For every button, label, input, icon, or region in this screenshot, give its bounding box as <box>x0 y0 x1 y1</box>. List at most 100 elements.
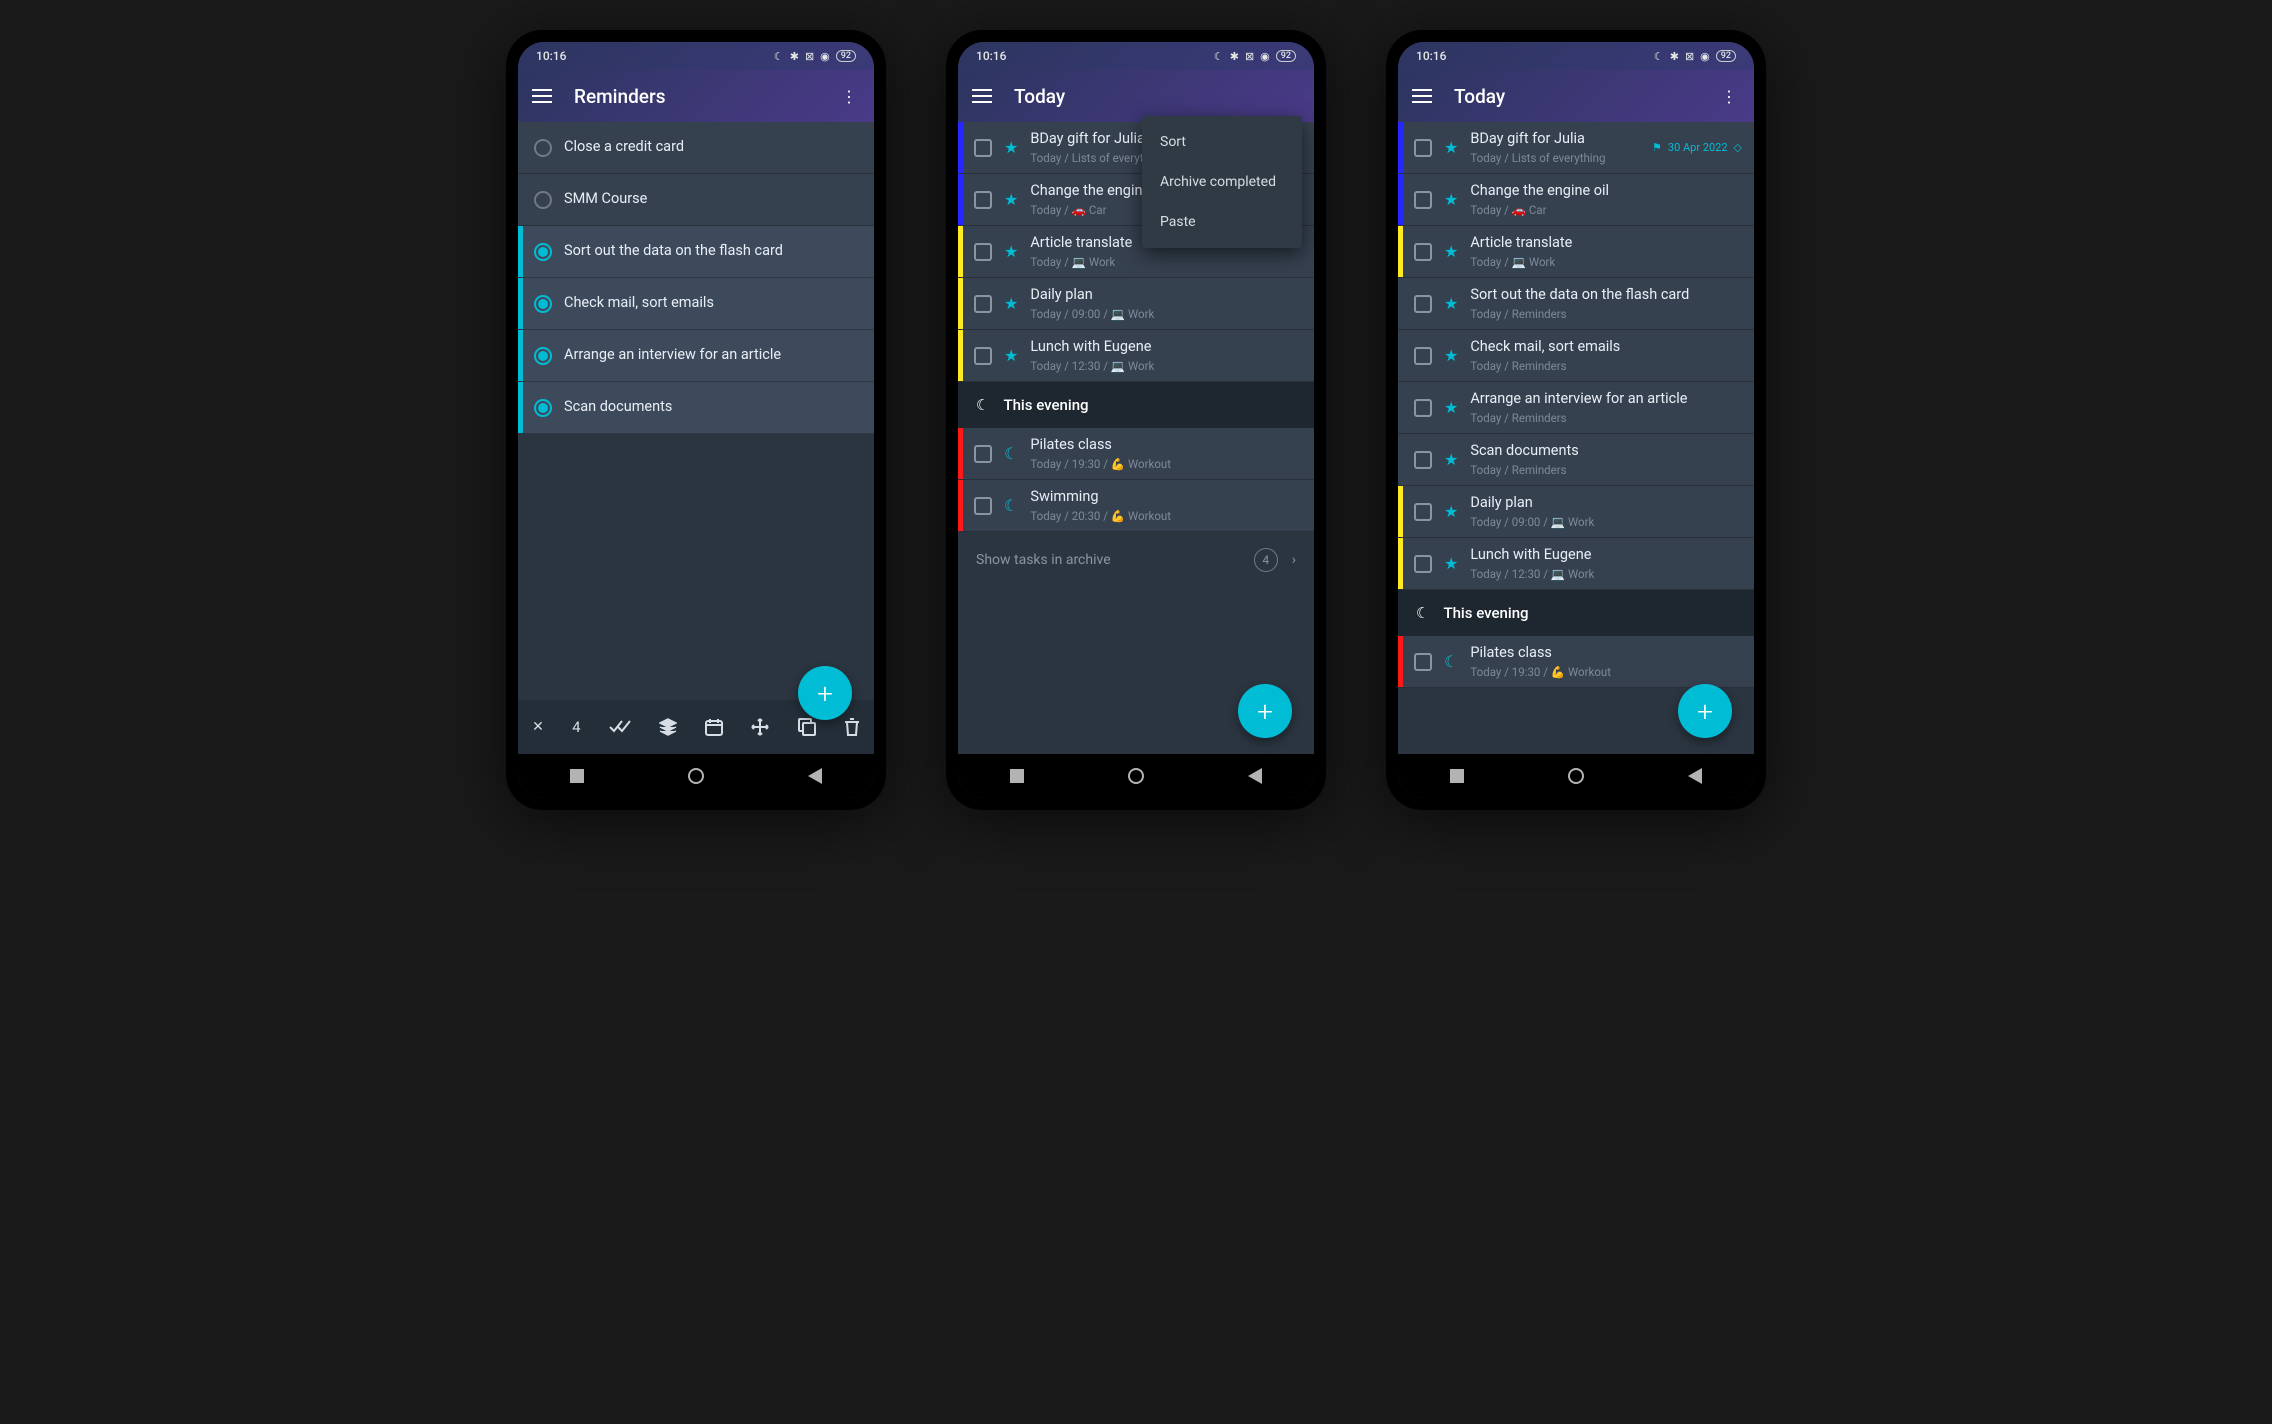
checkbox[interactable] <box>1414 243 1432 261</box>
layers-icon[interactable] <box>659 718 677 736</box>
star-icon: ★ <box>1444 190 1458 209</box>
radio-icon[interactable] <box>534 139 552 157</box>
page-title: Today <box>1014 85 1300 108</box>
checkbox[interactable] <box>1414 653 1432 671</box>
task-row[interactable]: ★ Daily plan Today / 09:00 / 💻 Work <box>958 278 1314 330</box>
archive-row[interactable]: Show tasks in archive 4 › <box>958 532 1314 588</box>
calendar-icon[interactable] <box>705 718 723 736</box>
task-row[interactable]: ★ Sort out the data on the flash card To… <box>1398 278 1754 330</box>
menu-paste[interactable]: Paste <box>1142 202 1302 242</box>
menu-archive-completed[interactable]: Archive completed <box>1142 162 1302 202</box>
task-row[interactable]: ★ Check mail, sort emails Today / Remind… <box>1398 330 1754 382</box>
checkbox[interactable] <box>1414 295 1432 313</box>
task-row[interactable]: Check mail, sort emails <box>518 278 874 330</box>
task-title: Daily plan <box>1470 494 1742 513</box>
task-row[interactable]: Scan documents <box>518 382 874 434</box>
task-list[interactable]: Close a credit card SMM Course Sort out … <box>518 122 874 700</box>
checkbox[interactable] <box>1414 139 1432 157</box>
fab-add-button[interactable]: + <box>1238 684 1292 738</box>
task-sub: Today / 19:30 / 💪 Workout <box>1030 457 1302 471</box>
star-icon: ★ <box>1444 294 1458 313</box>
checkbox[interactable] <box>974 497 992 515</box>
status-icons: ☾ ✱ ⊠ ◉ 92 <box>1214 50 1296 63</box>
task-title: Check mail, sort emails <box>564 294 862 313</box>
radio-selected-icon[interactable] <box>534 347 552 365</box>
task-row[interactable]: ★ Arrange an interview for an article To… <box>1398 382 1754 434</box>
checkbox[interactable] <box>974 191 992 209</box>
radio-selected-icon[interactable] <box>534 243 552 261</box>
star-icon: ★ <box>1444 450 1458 469</box>
hamburger-icon[interactable] <box>532 89 554 103</box>
radio-selected-icon[interactable] <box>534 295 552 313</box>
status-icons: ☾ ✱ ⊠ ◉ 92 <box>1654 50 1736 63</box>
close-icon[interactable]: ✕ <box>532 719 544 735</box>
checkbox[interactable] <box>974 295 992 313</box>
recents-icon[interactable] <box>570 769 584 783</box>
kebab-icon[interactable]: ⋮ <box>838 87 860 106</box>
task-row[interactable]: Close a credit card <box>518 122 874 174</box>
checkall-icon[interactable] <box>609 720 631 734</box>
evening-icon: ☾ <box>1416 604 1429 622</box>
evening-icon: ☾ <box>1004 496 1018 515</box>
task-row[interactable]: ★ Daily plan Today / 09:00 / 💻 Work <box>1398 486 1754 538</box>
checkbox[interactable] <box>974 139 992 157</box>
evening-icon: ☾ <box>1004 444 1018 463</box>
status-icons: ☾ ✱ ⊠ ◉ 92 <box>774 50 856 63</box>
phone-today: 10:16 ☾ ✱ ⊠ ◉ 92 Today ⋮ ★ BDay gift f <box>1386 30 1766 810</box>
task-row[interactable]: SMM Course <box>518 174 874 226</box>
kebab-icon[interactable]: ⋮ <box>1718 87 1740 106</box>
move-icon[interactable] <box>751 718 769 736</box>
checkbox[interactable] <box>1414 503 1432 521</box>
status-bar: 10:16 ☾ ✱ ⊠ ◉ 92 <box>518 42 874 70</box>
radio-icon[interactable] <box>534 191 552 209</box>
checkbox[interactable] <box>1414 451 1432 469</box>
home-icon[interactable] <box>688 768 704 784</box>
battery-icon: 92 <box>836 50 856 62</box>
fab-add-button[interactable]: + <box>1678 684 1732 738</box>
chevron-right-icon: › <box>1292 552 1296 568</box>
hamburger-icon[interactable] <box>1412 89 1434 103</box>
back-icon[interactable] <box>1248 768 1262 784</box>
task-title: Check mail, sort emails <box>1470 338 1742 357</box>
wifi-icon: ◉ <box>1700 50 1710 63</box>
radio-selected-icon[interactable] <box>534 399 552 417</box>
checkbox[interactable] <box>974 347 992 365</box>
task-row[interactable]: ☾ Pilates class Today / 19:30 / 💪 Workou… <box>1398 636 1754 688</box>
task-list[interactable]: ★ BDay gift for Julia Today / Lists of e… <box>1398 122 1754 754</box>
task-row[interactable]: Sort out the data on the flash card <box>518 226 874 278</box>
menu-sort[interactable]: Sort <box>1142 122 1302 162</box>
task-row[interactable]: ★ Scan documents Today / Reminders <box>1398 434 1754 486</box>
checkbox[interactable] <box>1414 347 1432 365</box>
task-row[interactable]: Arrange an interview for an article <box>518 330 874 382</box>
checkbox[interactable] <box>974 243 992 261</box>
checkbox[interactable] <box>1414 399 1432 417</box>
delete-icon[interactable] <box>844 718 860 736</box>
back-icon[interactable] <box>1688 768 1702 784</box>
copy-icon[interactable] <box>798 718 816 736</box>
task-row[interactable]: ★ Lunch with Eugene Today / 12:30 / 💻 Wo… <box>958 330 1314 382</box>
task-title: Close a credit card <box>564 138 862 157</box>
fab-add-button[interactable]: + <box>798 666 852 720</box>
task-sub: Today / 💻 Work <box>1470 255 1742 269</box>
back-icon[interactable] <box>808 768 822 784</box>
task-row[interactable]: ★ Lunch with Eugene Today / 12:30 / 💻 Wo… <box>1398 538 1754 590</box>
checkbox[interactable] <box>974 445 992 463</box>
checkbox[interactable] <box>1414 555 1432 573</box>
home-icon[interactable] <box>1568 768 1584 784</box>
status-time: 10:16 <box>536 49 566 63</box>
recents-icon[interactable] <box>1450 769 1464 783</box>
selection-stripe <box>518 330 523 381</box>
task-row[interactable]: ★ BDay gift for Julia Today / Lists of e… <box>1398 122 1754 174</box>
selection-stripe <box>518 382 523 433</box>
task-row[interactable]: ☾ Pilates class Today / 19:30 / 💪 Workou… <box>958 428 1314 480</box>
moon-icon: ☾ <box>774 50 784 63</box>
hamburger-icon[interactable] <box>972 89 994 103</box>
home-icon[interactable] <box>1128 768 1144 784</box>
task-row[interactable]: ★ Change the engine oil Today / 🚗 Car <box>1398 174 1754 226</box>
selection-stripe <box>518 226 523 277</box>
task-row[interactable]: ★ Article translate Today / 💻 Work <box>1398 226 1754 278</box>
recents-icon[interactable] <box>1010 769 1024 783</box>
task-row[interactable]: ☾ Swimming Today / 20:30 / 💪 Workout <box>958 480 1314 532</box>
checkbox[interactable] <box>1414 191 1432 209</box>
bluetooth-icon: ✱ <box>1230 50 1239 63</box>
